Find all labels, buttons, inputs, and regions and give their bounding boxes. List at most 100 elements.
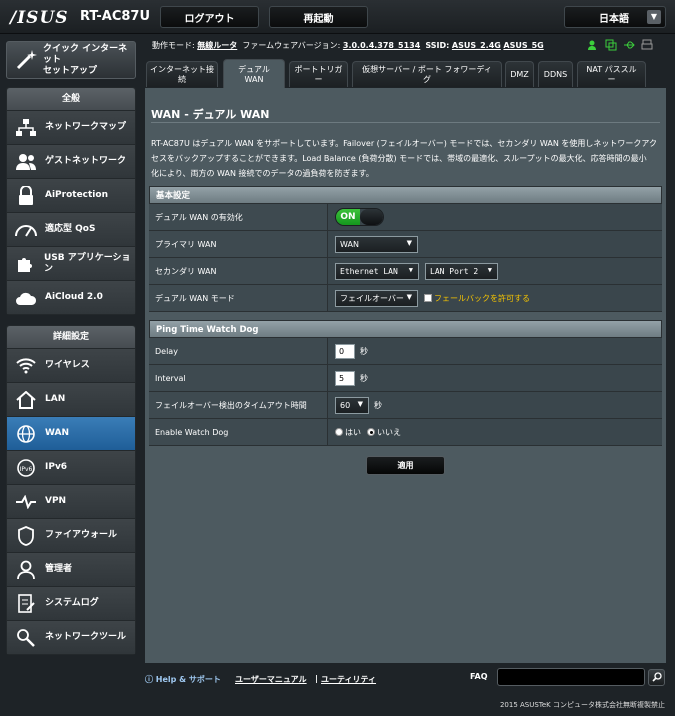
sidebar-item-label: 管理者 xyxy=(45,564,73,574)
firmware-label: ファームウェアバージョン: xyxy=(242,41,341,50)
table-row: デュアル WAN の有効化 ON xyxy=(149,204,662,231)
sidebar-item-wireless[interactable]: ワイヤレス xyxy=(7,348,135,382)
op-mode-label: 動作モード: xyxy=(152,41,195,50)
asus-logo: /ISUS xyxy=(10,8,69,28)
secondary-wan-select[interactable]: Ethernet LAN ▼ xyxy=(335,262,419,280)
ssid-24-link[interactable]: ASUS_2.4G xyxy=(452,41,501,50)
search-button[interactable] xyxy=(648,669,665,686)
chevron-down-icon: ▼ xyxy=(647,10,661,24)
language-value: 日本語 xyxy=(599,13,629,25)
tools-icon xyxy=(15,627,37,649)
sidebar-item-wan[interactable]: WAN xyxy=(7,416,135,450)
interval-input[interactable]: 5 xyxy=(335,370,355,386)
logout-button[interactable]: ログアウト xyxy=(160,6,259,28)
sidebar-item-label: ファイアウォール xyxy=(45,530,118,540)
tab-virtual-server[interactable]: 仮想サーバー / ポート フォワーディグ xyxy=(352,61,502,87)
tab-dual-wan[interactable]: デュアル WAN xyxy=(223,59,285,89)
sidebar-item-network-tools[interactable]: ネットワークツール xyxy=(7,620,135,654)
search-icon xyxy=(651,671,662,684)
op-mode-link[interactable]: 無線ルータ xyxy=(197,41,237,50)
copyright: 2015 ASUSTeK コンピュータ株式会社無断複製禁止 xyxy=(499,701,665,709)
lock-icon xyxy=(15,185,37,207)
delay-input[interactable]: 0 xyxy=(335,343,355,359)
tab-dmz[interactable]: DMZ xyxy=(505,61,534,87)
sidebar-item-qos[interactable]: 適応型 QoS xyxy=(7,212,135,246)
dual-wan-toggle[interactable]: ON xyxy=(335,208,384,226)
table-row: プライマリ WAN WAN ▼ xyxy=(149,231,662,258)
fallback-checkbox[interactable] xyxy=(424,294,432,302)
sidebar-item-label: ワイヤレス xyxy=(45,360,90,370)
timeout-unit: 秒 xyxy=(374,400,382,410)
basic-settings: 基本設定 デュアル WAN の有効化 ON プライマリ WAN WAN ▼ セカン… xyxy=(149,186,662,312)
sidebar-item-label: LAN xyxy=(45,394,66,404)
nav-advanced-heading: 詳細設定 xyxy=(7,326,135,348)
delay-label: Delay xyxy=(149,338,328,364)
tab-internet[interactable]: インターネット接続 xyxy=(146,61,218,87)
sidebar-item-admin[interactable]: 管理者 xyxy=(7,552,135,586)
ping-watchdog-settings: Ping Time Watch Dog Delay 0秒 Interval 5秒… xyxy=(149,320,662,446)
interval-label: Interval xyxy=(149,365,328,391)
table-row: セカンダリ WAN Ethernet LAN ▼ LAN Port 2 ▼ xyxy=(149,258,662,285)
sidebar-item-lan[interactable]: LAN xyxy=(7,382,135,416)
client-status-icon[interactable] xyxy=(587,39,599,51)
sidebar-item-aicloud[interactable]: AiCloud 2.0 xyxy=(7,280,135,314)
network-map-icon xyxy=(15,117,37,139)
table-row: デュアル WAN モード フェイルオーバー ▼ フェールバックを許可する xyxy=(149,285,662,312)
sidebar-item-vpn[interactable]: VPN xyxy=(7,484,135,518)
quick-setup-label-1: クイック インターネット xyxy=(43,43,128,65)
sidebar-item-network-map[interactable]: ネットワークマップ xyxy=(7,110,135,144)
printer-status-icon[interactable] xyxy=(641,39,653,51)
quick-setup-button[interactable]: クイック インターネット セットアップ xyxy=(6,41,136,79)
fallback-label[interactable]: フェールバックを許可する xyxy=(434,293,530,304)
watchdog-yes-radio[interactable] xyxy=(335,428,343,436)
primary-wan-select[interactable]: WAN ▼ xyxy=(335,235,418,253)
user-manual-link[interactable]: ユーザーマニュアル xyxy=(235,674,307,685)
sidebar-item-label: AiProtection xyxy=(45,190,108,200)
help-icon: ⓘ xyxy=(145,675,153,684)
help-link[interactable]: ⓘ Help & サポート xyxy=(145,674,221,685)
user-icon xyxy=(15,559,37,581)
usb-status-icon[interactable] xyxy=(623,39,635,51)
basic-settings-heading: 基本設定 xyxy=(149,186,662,204)
guest-network-icon xyxy=(15,151,37,173)
cloud-icon xyxy=(15,287,37,309)
secondary-port-select[interactable]: LAN Port 2 ▼ xyxy=(425,262,498,280)
faq-search-input[interactable] xyxy=(497,668,645,686)
tab-nat-passthrough[interactable]: NAT パススルー xyxy=(577,61,646,87)
dual-wan-mode-label: デュアル WAN モード xyxy=(149,285,328,311)
chevron-down-icon: ▼ xyxy=(357,399,363,408)
sidebar-item-firewall[interactable]: ファイアウォール xyxy=(7,518,135,552)
gauge-icon xyxy=(15,219,37,241)
chevron-down-icon: ▼ xyxy=(487,265,492,274)
table-row: Delay 0秒 xyxy=(149,338,662,365)
page-description: RT-AC87U はデュアル WAN をサポートしています。Failover (… xyxy=(151,139,657,178)
apply-button[interactable]: 適用 xyxy=(366,456,445,475)
home-icon xyxy=(15,389,37,411)
copy-status-icon[interactable] xyxy=(605,39,617,51)
tab-ddns[interactable]: DDNS xyxy=(538,61,573,87)
tab-port-trigger[interactable]: ポートトリガー xyxy=(289,61,348,87)
sidebar-item-aiprotection[interactable]: AiProtection xyxy=(7,178,135,212)
dual-wan-mode-select[interactable]: フェイルオーバー ▼ xyxy=(335,289,418,307)
puzzle-icon xyxy=(15,253,36,275)
reboot-button[interactable]: 再起動 xyxy=(269,6,368,28)
svg-text:IPv6: IPv6 xyxy=(20,466,33,473)
table-row: Enable Watch Dog はい いいえ xyxy=(149,419,662,446)
vpn-icon xyxy=(15,491,37,513)
timeout-select[interactable]: 60 ▼ xyxy=(335,396,369,414)
sidebar-item-ipv6[interactable]: IPv6 IPv6 xyxy=(7,450,135,484)
utility-link[interactable]: ユーティリティ xyxy=(321,674,376,685)
sidebar-item-usb[interactable]: USB アプリケーション xyxy=(7,246,135,280)
ssid-5-link[interactable]: ASUS_5G xyxy=(503,41,543,50)
firmware-link[interactable]: 3.0.0.4.378_5134 xyxy=(343,41,420,50)
sidebar-item-syslog[interactable]: システムログ xyxy=(7,586,135,620)
nav-advanced: 詳細設定 ワイヤレス LAN WAN IPv6 IPv6 VPN ファイアウォー… xyxy=(6,325,136,655)
faq-label: FAQ xyxy=(470,672,488,681)
top-bar: /ISUS RT-AC87U ログアウト 再起動 日本語 ▼ xyxy=(0,0,675,34)
sidebar-item-label: AiCloud 2.0 xyxy=(45,292,103,302)
watchdog-no-radio[interactable] xyxy=(367,428,375,436)
secondary-wan-label: セカンダリ WAN xyxy=(149,258,328,284)
sidebar-item-guest-network[interactable]: ゲストネットワーク xyxy=(7,144,135,178)
watchdog-yes-label: はい xyxy=(345,427,361,437)
language-select[interactable]: 日本語 ▼ xyxy=(564,6,666,28)
